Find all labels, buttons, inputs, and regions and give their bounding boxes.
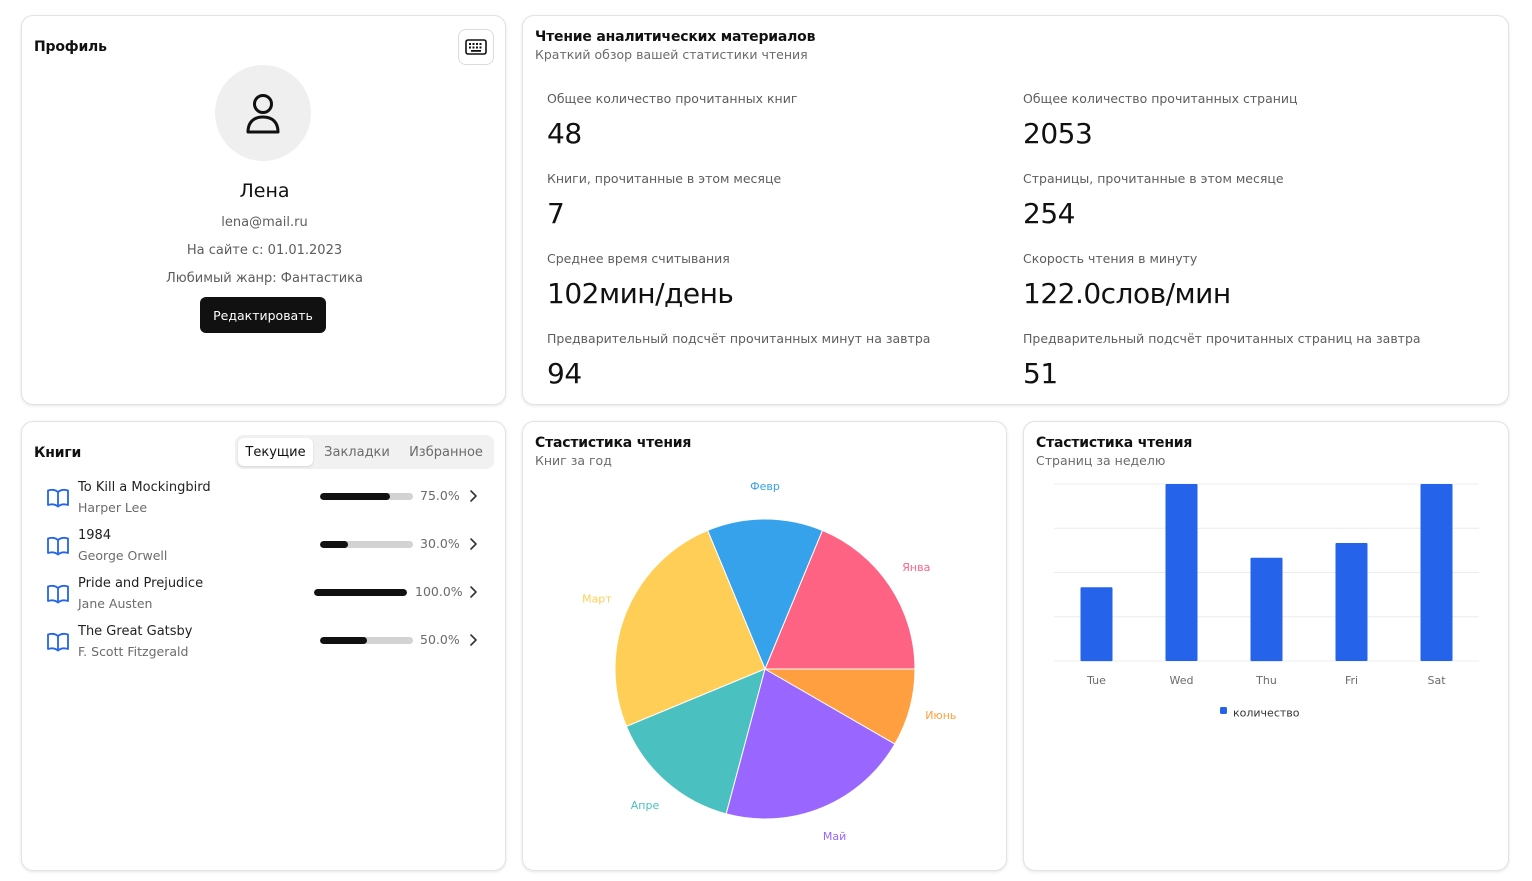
book-row[interactable]: The Great Gatsby F. Scott Fitzgerald 50.0% bbox=[22, 624, 507, 668]
progress-fill bbox=[320, 541, 348, 548]
bar bbox=[1420, 484, 1453, 661]
pie-label: Апре bbox=[631, 799, 660, 812]
stat-value: 254 bbox=[1023, 197, 1075, 230]
x-tick-label: Wed bbox=[1170, 674, 1194, 687]
progress-fill bbox=[314, 589, 407, 596]
progress-fill bbox=[320, 637, 367, 644]
bar-chart: Tue Wed Thu Fri Sat количество bbox=[1054, 483, 1479, 720]
analytics-subtitle: Краткий обзор вашей статистики чтения bbox=[535, 47, 808, 62]
profile-name: Лена bbox=[239, 180, 290, 202]
progress-percent: 100.0% bbox=[415, 584, 463, 599]
progress-percent: 50.0% bbox=[420, 632, 460, 647]
edit-profile-button[interactable]: Редактировать bbox=[200, 297, 326, 333]
stat-label: Среднее время считывания bbox=[547, 251, 730, 266]
analytics-card: Чтение аналитических материалов Краткий … bbox=[522, 15, 1509, 405]
pie-label: Февр bbox=[750, 480, 780, 493]
tab-bookmarks[interactable]: Закладки bbox=[317, 438, 397, 466]
profile-email: lena@mail.ru bbox=[221, 215, 308, 230]
progress-percent: 30.0% bbox=[420, 536, 460, 551]
profile-since: На сайте с: 01.01.2023 bbox=[186, 243, 343, 258]
pie-label: Май bbox=[823, 830, 846, 843]
profile-title: Профиль bbox=[34, 39, 107, 55]
bar bbox=[1080, 587, 1113, 662]
pie-label: Июнь bbox=[925, 709, 956, 722]
legend-swatch bbox=[1220, 707, 1227, 714]
book-author: Harper Lee bbox=[78, 500, 148, 515]
stat-value: 122.0слов/мин bbox=[1023, 277, 1231, 310]
progress-bar bbox=[320, 637, 413, 644]
book-row[interactable]: 1984 George Orwell 30.0% bbox=[22, 528, 507, 572]
avatar bbox=[215, 65, 311, 161]
keyboard-button[interactable] bbox=[458, 29, 494, 65]
book-open-icon bbox=[47, 632, 69, 652]
book-open-icon bbox=[47, 488, 69, 508]
stat-label: Общее количество прочитанных страниц bbox=[1023, 91, 1298, 106]
tab-current[interactable]: Текущие bbox=[238, 438, 313, 466]
stat-value: 51 bbox=[1023, 357, 1058, 390]
stat-value: 48 bbox=[547, 117, 582, 150]
bar bbox=[1250, 557, 1283, 662]
x-tick-label: Tue bbox=[1086, 674, 1106, 687]
chevron-right-icon[interactable] bbox=[466, 630, 482, 650]
stat-label: Предварительный подсчёт прочитанных мину… bbox=[547, 331, 931, 346]
pie-label: Янва bbox=[902, 561, 930, 574]
book-title: 1984 bbox=[78, 528, 112, 543]
profile-genre: Любимый жанр: Фантастика bbox=[166, 271, 363, 286]
book-title: The Great Gatsby bbox=[78, 624, 193, 639]
progress-bar bbox=[320, 493, 413, 500]
bar bbox=[1335, 543, 1368, 661]
bar bbox=[1165, 484, 1198, 661]
progress-percent: 75.0% bbox=[420, 488, 460, 503]
chevron-right-icon[interactable] bbox=[466, 486, 482, 506]
book-open-icon bbox=[47, 584, 69, 604]
book-author: Jane Austen bbox=[78, 596, 153, 611]
stat-value: 94 bbox=[547, 357, 582, 390]
user-icon bbox=[246, 94, 280, 134]
chevron-right-icon[interactable] bbox=[466, 582, 482, 602]
x-tick-label: Thu bbox=[1255, 674, 1277, 687]
stat-value: 7 bbox=[547, 197, 565, 230]
progress-bar bbox=[314, 589, 407, 596]
pie-chart-card: Стастистика чтения Книг за год Янва Февр М… bbox=[522, 421, 1007, 871]
book-row[interactable]: Pride and Prejudice Jane Austen 100.0% bbox=[22, 576, 507, 620]
stat-label: Предварительный подсчёт прочитанных стра… bbox=[1023, 331, 1421, 346]
book-title: Pride and Prejudice bbox=[78, 576, 204, 591]
legend-label: количество bbox=[1233, 707, 1300, 720]
profile-card: Профиль Лена lena@mail.ru На сайте с: 01… bbox=[21, 15, 506, 405]
stat-label: Страницы, прочитанные в этом месяце bbox=[1023, 171, 1284, 186]
book-row[interactable]: To Kill a Mockingbird Harper Lee 75.0% bbox=[22, 480, 507, 524]
book-author: F. Scott Fitzgerald bbox=[78, 644, 189, 659]
books-card: Книги Текущие Закладки Избранное To Kill… bbox=[21, 421, 506, 871]
stat-value: 102мин/день bbox=[547, 277, 734, 310]
analytics-title: Чтение аналитических материалов bbox=[535, 29, 816, 45]
chevron-right-icon[interactable] bbox=[466, 534, 482, 554]
x-tick-label: Sat bbox=[1427, 674, 1446, 687]
x-tick-label: Fri bbox=[1345, 674, 1358, 687]
pie-chart: Янва Февр Март Апре Май Июнь bbox=[582, 480, 956, 843]
book-open-icon bbox=[47, 536, 69, 556]
books-tabs: Текущие Закладки Избранное bbox=[235, 435, 494, 469]
stat-value: 2053 bbox=[1023, 117, 1093, 150]
tab-favorites[interactable]: Избранное bbox=[401, 438, 491, 466]
books-title: Книги bbox=[34, 445, 82, 461]
bar-chart-card: Стастистика чтения Страниц за неделю Tue… bbox=[1023, 421, 1509, 871]
stat-label: Общее количество прочитанных книг bbox=[547, 91, 798, 106]
keyboard-icon bbox=[465, 39, 487, 55]
pie-label: Март bbox=[582, 592, 612, 605]
progress-bar bbox=[320, 541, 413, 548]
stat-label: Книги, прочитанные в этом месяце bbox=[547, 171, 782, 186]
progress-fill bbox=[320, 493, 390, 500]
stat-label: Скорость чтения в минуту bbox=[1023, 251, 1198, 266]
book-title: To Kill a Mockingbird bbox=[78, 480, 211, 495]
book-author: George Orwell bbox=[78, 548, 168, 563]
